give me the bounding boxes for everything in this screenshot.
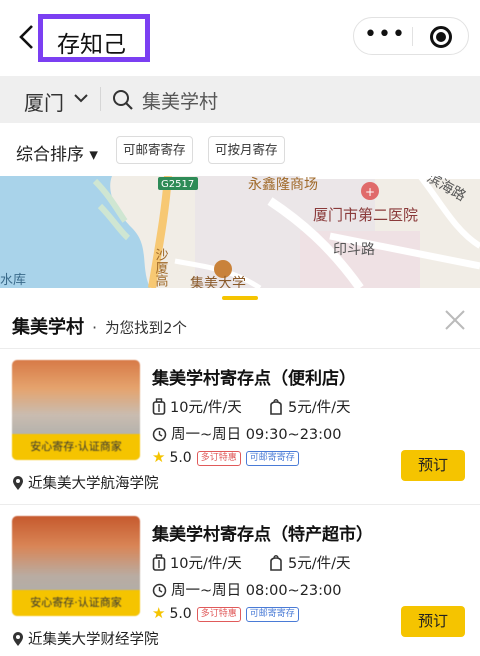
clock-icon <box>152 583 167 598</box>
page-title: 存知己 <box>57 32 126 58</box>
verified-badge: 安心寄存·认证商家 <box>12 434 140 460</box>
search-bar: 厦门 集美学村 <box>0 76 480 123</box>
suitcase-icon <box>152 554 166 571</box>
miniprogram-capsule: ••• <box>353 17 469 55</box>
back-arrow-icon[interactable] <box>14 22 40 52</box>
search-icon <box>113 90 133 110</box>
map-label-yindou-road: 印斗路 <box>333 242 375 258</box>
tag-multi-discount: 多订特惠 <box>196 451 241 466</box>
results-sheet: 集美学村 · 为您找到2个 安心寄存·认证商家 集美学村寄存点（便利店） 10元/件… <box>0 288 480 648</box>
backpack-icon <box>270 399 282 415</box>
more-icon[interactable]: ••• <box>362 22 408 50</box>
map-label-campus: 集美大学 <box>190 275 246 288</box>
store-address: 近集美大学航海学院 <box>12 472 159 493</box>
filter-chip-monthly-storage[interactable]: 可按月寄存 <box>208 136 285 164</box>
filter-chip-mail-storage[interactable]: 可邮寄寄存 <box>116 136 193 164</box>
map-label-hospital: 厦门市第二医院 <box>313 206 418 224</box>
clock-icon <box>152 427 167 442</box>
price-luggage: 10元/件/天 <box>152 396 242 417</box>
store-name[interactable]: 集美学村寄存点（便利店） <box>152 364 356 389</box>
price-backpack: 5元/件/天 <box>268 552 351 573</box>
card-divider <box>0 504 480 505</box>
tag-mail-storage: 可邮寄寄存 <box>245 607 299 622</box>
search-divider <box>100 87 101 111</box>
results-header: 集美学村 · 为您找到2个 <box>12 317 187 338</box>
filter-row: 综合排序 ▾ 可邮寄寄存 可按月寄存 <box>0 123 480 176</box>
star-icon: ★ <box>152 604 166 622</box>
store-card[interactable]: 安心寄存·认证商家 集美学村寄存点（便利店） 10元/件/天 5元/件/天 周一… <box>0 350 480 505</box>
store-address: 近集美大学财经学院 <box>12 628 159 649</box>
capsule-divider <box>412 27 413 46</box>
business-hours: 周一~周日 09:30~23:00 <box>152 423 341 444</box>
map-label-mall: 永鑫隆商场 <box>248 176 318 193</box>
location-pin-icon <box>13 632 23 646</box>
book-button[interactable]: 预订 <box>401 450 465 481</box>
chevron-down-icon[interactable] <box>72 88 90 108</box>
suitcase-icon <box>152 398 166 415</box>
map-view[interactable]: G2517 永鑫隆商场 + 厦门市第二医院 印斗路 滨海路 沙厦高 集美大学 水… <box>0 176 480 288</box>
store-thumbnail: 安心寄存·认证商家 <box>12 516 140 616</box>
city-selector[interactable]: 厦门 <box>24 87 64 116</box>
price-backpack: 5元/件/天 <box>268 396 351 417</box>
book-button[interactable]: 预订 <box>401 606 465 637</box>
sort-dropdown[interactable]: 综合排序 ▾ <box>16 140 98 165</box>
star-icon: ★ <box>152 448 166 466</box>
verified-badge: 安心寄存·认证商家 <box>12 590 140 616</box>
title-highlight-box: 存知己 <box>38 14 150 62</box>
tag-multi-discount: 多订特惠 <box>196 607 241 622</box>
store-rating: ★ 5.0 多订特惠 可邮寄寄存 <box>152 604 299 622</box>
store-name[interactable]: 集美学村寄存点（特产超市） <box>152 520 373 545</box>
header-divider <box>0 348 480 349</box>
svg-text:+: + <box>365 185 375 199</box>
business-hours: 周一~周日 08:00~23:00 <box>152 579 341 600</box>
tag-mail-storage: 可邮寄寄存 <box>245 451 299 466</box>
map-label-shaxia-road: 沙厦高 <box>153 248 169 287</box>
map-label-road-badge: G2517 <box>161 179 194 190</box>
map-label-reservoir: 水库 <box>0 272 26 288</box>
results-location: 集美学村 <box>12 317 84 338</box>
sheet-drag-handle[interactable] <box>222 296 258 300</box>
close-miniprogram-icon[interactable] <box>430 26 452 48</box>
price-luggage: 10元/件/天 <box>152 552 242 573</box>
results-count-text: 为您找到2个 <box>105 321 187 337</box>
close-icon[interactable] <box>443 308 467 332</box>
nav-header: 存知己 ••• <box>0 0 480 74</box>
location-pin-icon <box>13 476 23 490</box>
store-card[interactable]: 安心寄存·认证商家 集美学村寄存点（特产超市） 10元/件/天 5元/件/天 周… <box>0 506 480 656</box>
store-thumbnail: 安心寄存·认证商家 <box>12 360 140 460</box>
store-rating: ★ 5.0 多订特惠 可邮寄寄存 <box>152 448 299 466</box>
backpack-icon <box>270 555 282 571</box>
search-input[interactable]: 集美学村 <box>142 87 442 114</box>
